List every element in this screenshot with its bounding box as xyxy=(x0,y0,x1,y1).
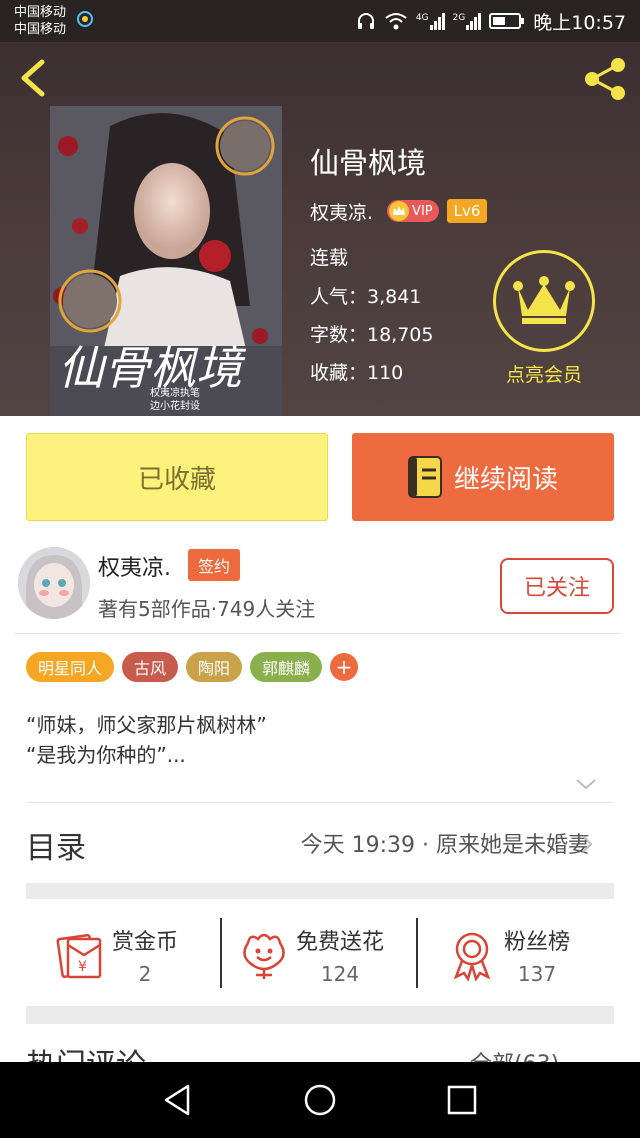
member-button[interactable]: 点亮会员 xyxy=(492,250,596,387)
vip-badge: VIP xyxy=(387,200,439,222)
fan-ranking-text: 粉丝榜 137 xyxy=(504,924,570,986)
vip-label: VIP xyxy=(412,203,433,219)
divider xyxy=(26,802,614,803)
network-2g-label: 2G xyxy=(452,12,466,23)
section-gap xyxy=(26,883,614,899)
book-cover[interactable]: 仙骨枫境 权夷凉执笔 边小花封设 xyxy=(50,106,282,416)
signal-4g-icon: 4G xyxy=(415,12,445,30)
continue-reading-button[interactable]: 继续阅读 xyxy=(352,433,614,521)
wifi-icon xyxy=(385,13,407,30)
synopsis[interactable]: “师妹，师父家那片枫树林” “是我为你种的”... xyxy=(26,710,267,770)
divider xyxy=(14,633,622,634)
book-status: 连载 xyxy=(310,247,349,269)
tag-item[interactable]: 郭麒麟 xyxy=(250,652,323,682)
flower-icon xyxy=(243,933,285,979)
book-collects: 收藏：110 xyxy=(310,362,404,384)
book-header: 仙骨枫境 权夷凉执笔 边小花封设 仙骨枫境 权夷凉. VIP Lv6 连载 人气… xyxy=(0,42,640,416)
nav-recents-icon[interactable] xyxy=(444,1082,480,1118)
stat-label: 赏金币 xyxy=(112,930,179,955)
section-gap xyxy=(26,1006,614,1024)
carrier-1: 中国移动 xyxy=(14,5,67,20)
navigation-bar xyxy=(0,1062,640,1138)
continue-reading-label: 继续阅读 xyxy=(453,464,558,495)
author-avatar[interactable] xyxy=(18,547,90,619)
synopsis-line: “师妹，师父家那片枫树林” xyxy=(26,713,267,737)
chevron-right-icon[interactable] xyxy=(580,833,594,855)
add-tag-icon[interactable]: + xyxy=(330,653,359,681)
signed-badge: 签约 xyxy=(188,549,240,581)
signal-2g-icon: 2G xyxy=(452,12,482,30)
vip-crown-icon xyxy=(389,201,410,221)
book-author[interactable]: 权夷凉. xyxy=(310,198,373,225)
svg-text:¥: ¥ xyxy=(78,959,87,975)
headphone-icon xyxy=(357,13,374,29)
red-envelope-icon: ¥ xyxy=(56,933,102,979)
status-icons: 4G 2G 晚上10:57 xyxy=(356,8,626,34)
battery-icon xyxy=(489,13,525,29)
synopsis-line: “是我为你种的”... xyxy=(26,743,186,767)
reward-coins-text: 赏金币 2 xyxy=(112,924,178,986)
carrier-2: 中国移动 xyxy=(14,22,67,37)
stat-value: 137 xyxy=(517,962,557,986)
assistant-icon xyxy=(77,11,93,27)
book-popularity: 人气：3,841 xyxy=(310,286,422,308)
book-title: 仙骨枫境 xyxy=(310,146,427,180)
stat-value: 2 xyxy=(138,962,152,986)
clock: 晚上10:57 xyxy=(533,11,626,34)
author-row: 权夷凉. VIP Lv6 xyxy=(310,196,488,226)
toc-latest-chapter[interactable]: 今天 19:39 · 原来她是未婚妻 xyxy=(301,827,590,859)
cover-title-art: 仙骨枫境 xyxy=(58,341,247,395)
collected-button[interactable]: 已收藏 xyxy=(26,433,328,521)
network-4g-label: 4G xyxy=(415,12,429,23)
reward-coins-stat[interactable]: ¥ 赏金币 2 xyxy=(54,920,178,990)
crown-icon xyxy=(513,276,575,324)
book-words: 字数：18,705 xyxy=(310,324,434,346)
nav-back-icon[interactable] xyxy=(160,1082,196,1118)
member-label: 点亮会员 xyxy=(505,364,582,386)
member-crown-circle xyxy=(493,250,595,352)
follow-button[interactable]: 已关注 xyxy=(500,558,614,614)
status-bar: 中国移动 中国移动 4G 2G 晚上10:57 xyxy=(0,0,640,42)
share-icon[interactable] xyxy=(580,54,630,104)
tag-item[interactable]: 古风 xyxy=(122,652,179,682)
back-icon[interactable] xyxy=(14,58,54,98)
free-flower-text: 免费送花 124 xyxy=(296,924,384,986)
book-icon xyxy=(407,456,442,498)
stat-separator xyxy=(220,918,222,988)
tag-item[interactable]: 明星同人 xyxy=(26,652,115,682)
nav-home-icon[interactable] xyxy=(302,1082,338,1118)
author-name[interactable]: 权夷凉. xyxy=(98,550,171,582)
cover-art: 仙骨枫境 权夷凉执笔 边小花封设 xyxy=(50,106,282,416)
fan-ranking-stat[interactable]: 粉丝榜 137 xyxy=(446,920,570,990)
carrier-info: 中国移动 中国移动 xyxy=(14,4,66,38)
tag-list: 明星同人 古风 陶阳 郭麒麟 + xyxy=(26,652,359,682)
stat-label: 免费送花 xyxy=(296,930,385,955)
chevron-down-icon[interactable] xyxy=(574,776,598,792)
tag-item[interactable]: 陶阳 xyxy=(186,652,243,682)
level-badge: Lv6 xyxy=(446,199,488,223)
cover-credit-1: 权夷凉执笔 xyxy=(150,386,200,399)
stat-label: 粉丝榜 xyxy=(504,930,571,955)
author-stats: 著有5部作品·749人关注 xyxy=(98,597,316,621)
avatar-art xyxy=(18,547,90,619)
stat-separator xyxy=(416,918,418,988)
free-flower-stat[interactable]: 免费送花 124 xyxy=(238,920,384,990)
medal-icon xyxy=(453,932,491,981)
cover-credit-2: 边小花封设 xyxy=(150,399,200,412)
toc-label[interactable]: 目录 xyxy=(26,823,86,867)
stat-value: 124 xyxy=(320,962,360,986)
